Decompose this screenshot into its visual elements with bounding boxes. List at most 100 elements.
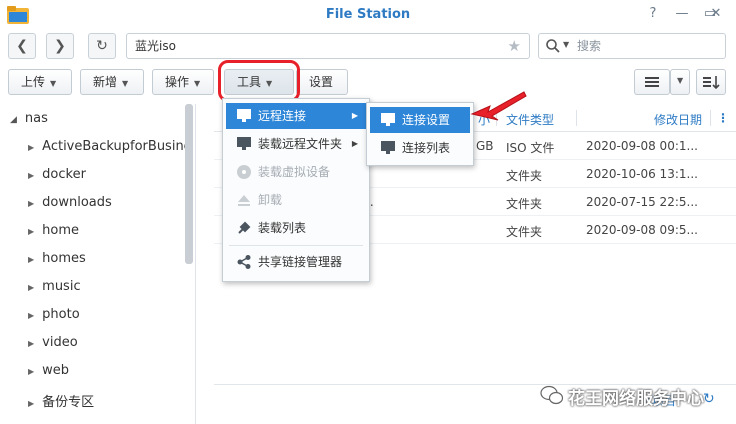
- expand-right-icon: ▶: [28, 399, 35, 408]
- sidebar-item[interactable]: ▶ video: [28, 335, 78, 350]
- sidebar-item[interactable]: ▶ music: [28, 279, 81, 294]
- cell-type: 文件夹: [506, 169, 543, 183]
- expand-right-icon: ▶: [28, 339, 35, 348]
- column-modified[interactable]: 修改日期: [654, 111, 702, 128]
- sidebar-item[interactable]: ▶ 备份专区: [28, 391, 94, 410]
- create-label: 新增: [93, 75, 118, 89]
- tools-highlight-ring: [218, 60, 300, 102]
- expand-right-icon: ▶: [28, 283, 35, 292]
- cell-type: 文件夹: [506, 225, 543, 239]
- create-button[interactable]: 新增 ▼: [80, 69, 144, 95]
- upload-button[interactable]: 上传 ▼: [8, 69, 72, 95]
- cell-modified: 2020-09-08 09:5...: [586, 223, 698, 237]
- menu-item-connection-list[interactable]: 连接列表: [370, 135, 470, 161]
- sidebar-root-label: nas: [24, 111, 48, 126]
- column-divider: [710, 110, 711, 126]
- cell-size: GB: [476, 139, 494, 153]
- sidebar-scrollbar[interactable]: [185, 104, 193, 264]
- cell-modified: 2020-10-06 13:1...: [586, 167, 698, 181]
- refresh-button[interactable]: ↻: [88, 33, 116, 59]
- sidebar-item-label: 备份专区: [42, 395, 95, 410]
- menu-divider: [229, 245, 363, 246]
- path-input[interactable]: 蓝光iso ★: [126, 33, 530, 59]
- menu-item-unmount[interactable]: 卸载: [226, 187, 366, 213]
- sidebar: ◢ nas ▶ ActiveBackupforBusine ▶ docker ▶ dow…: [0, 104, 196, 424]
- sidebar-item[interactable]: ▶ downloads: [28, 195, 112, 210]
- sidebar-item-label: home: [42, 223, 80, 238]
- sidebar-item[interactable]: ▶ home: [28, 223, 79, 238]
- menu-item-connection-settings[interactable]: 连接设置: [370, 107, 470, 133]
- sidebar-item-label: docker: [42, 167, 86, 182]
- cell-modified: 2020-09-08 00:1...: [586, 139, 698, 153]
- sort-icon: [703, 76, 720, 90]
- favorite-star-icon[interactable]: ★: [508, 34, 521, 58]
- expand-down-icon: ◢: [10, 115, 17, 125]
- settings-button[interactable]: 设置: [296, 69, 348, 95]
- menu-item-share-link-manager[interactable]: 共享链接管理器: [226, 249, 366, 275]
- upload-label: 上传: [21, 75, 46, 89]
- expand-right-icon: ▶: [28, 143, 35, 152]
- plug-icon: [238, 221, 251, 234]
- chevron-down-icon: ▼: [50, 79, 57, 88]
- view-options-button[interactable]: ▼: [670, 69, 690, 95]
- menu-item-label: 装载远程文件夹: [258, 137, 343, 151]
- sidebar-root-nas[interactable]: ◢ nas: [10, 111, 48, 126]
- sidebar-item-label: ActiveBackupforBusine: [42, 139, 192, 154]
- submenu-arrow-icon: ▶: [351, 111, 358, 120]
- expand-right-icon: ▶: [28, 255, 35, 264]
- chevron-down-icon: ▼: [194, 79, 201, 88]
- tools-menu: 远程连接 ▶ 装载远程文件夹 ▶ 装载虚拟设备 卸载 装载列表 共享链接管理器: [222, 98, 370, 282]
- back-button[interactable]: ❮: [8, 33, 36, 59]
- minimize-icon[interactable]: —: [674, 6, 690, 22]
- submenu-arrow-icon: ▶: [351, 139, 358, 148]
- forward-button[interactable]: ❯: [46, 33, 74, 59]
- sidebar-item-label: homes: [42, 251, 86, 266]
- expand-right-icon: ▶: [28, 199, 35, 208]
- monitor-network-icon: [381, 113, 395, 126]
- menu-item-mount-list[interactable]: 装载列表: [226, 215, 366, 241]
- menu-item-label: 装载列表: [258, 221, 307, 235]
- action-label: 操作: [165, 75, 190, 89]
- sort-button[interactable]: [696, 69, 726, 95]
- close-icon[interactable]: ✕: [708, 6, 724, 22]
- share-icon: [237, 255, 251, 269]
- search-placeholder: 搜索: [577, 39, 602, 53]
- menu-item-mount-remote-folder[interactable]: 装载远程文件夹 ▶: [226, 131, 366, 157]
- sidebar-item[interactable]: ▶ docker: [28, 167, 86, 182]
- sidebar-item-label: photo: [42, 307, 80, 322]
- red-arrow-annotation-icon: [470, 91, 527, 121]
- search-input[interactable]: ▼ 搜索: [538, 33, 726, 59]
- list-view-button[interactable]: [634, 69, 670, 95]
- menu-item-label: 装载虚拟设备: [258, 165, 331, 179]
- menu-item-label: 卸载: [258, 193, 283, 207]
- chevron-down-icon: ▼: [122, 79, 129, 88]
- sidebar-item[interactable]: ▶ web: [28, 363, 69, 378]
- sidebar-item[interactable]: ▶ ActiveBackupforBusine: [28, 139, 192, 154]
- monitor-network-icon: [381, 141, 395, 154]
- menu-item-mount-virtual-drive[interactable]: 装载虚拟设备: [226, 159, 366, 185]
- list-view-icon: [645, 77, 659, 87]
- column-divider: [576, 110, 577, 126]
- cell-type: ISO 文件: [506, 141, 555, 155]
- action-button[interactable]: 操作 ▼: [152, 69, 214, 95]
- expand-right-icon: ▶: [28, 227, 35, 236]
- settings-label: 设置: [309, 75, 334, 89]
- menu-item-remote-connection[interactable]: 远程连接 ▶: [226, 103, 366, 129]
- search-options-icon[interactable]: ▼: [563, 40, 569, 49]
- refresh-icon[interactable]: ↻: [703, 391, 715, 407]
- sidebar-item[interactable]: ▶ homes: [28, 251, 86, 266]
- cell-type: 文件夹: [506, 197, 543, 211]
- sidebar-item-label: video: [42, 335, 78, 350]
- sidebar-item[interactable]: ▶ photo: [28, 307, 80, 322]
- disc-icon: [237, 165, 251, 179]
- monitor-network-icon: [237, 137, 251, 150]
- column-options-icon[interactable]: ⋮: [717, 111, 729, 125]
- monitor-network-icon: [237, 109, 251, 122]
- expand-right-icon: ▶: [28, 367, 35, 376]
- chevron-down-icon: ▼: [677, 76, 684, 85]
- eject-icon: [238, 195, 250, 206]
- sidebar-item-label: web: [42, 363, 70, 378]
- menu-item-label: 远程连接: [258, 109, 307, 123]
- help-icon[interactable]: ?: [645, 6, 661, 22]
- path-text: 蓝光iso: [135, 39, 176, 53]
